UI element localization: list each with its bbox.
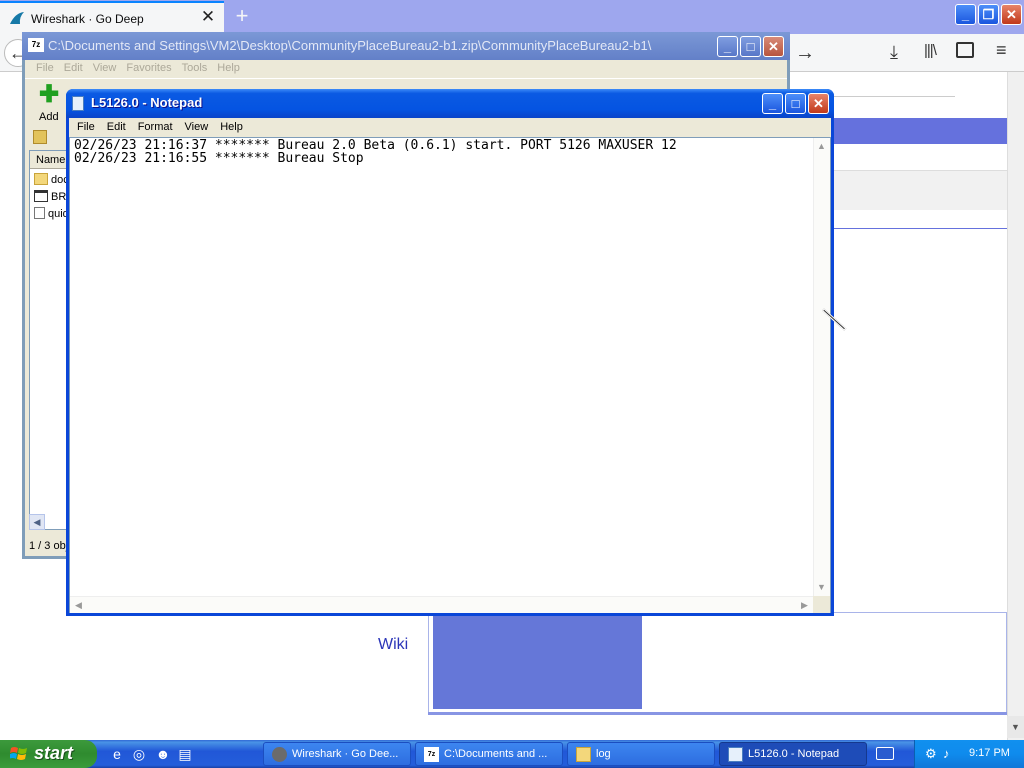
window-file-icon: [34, 190, 48, 202]
add-icon[interactable]: ✚: [39, 83, 59, 107]
scroll-down-button[interactable]: ▼: [813, 579, 830, 596]
media-icon[interactable]: ☻: [154, 745, 172, 763]
taskbar-button-wireshark[interactable]: Wireshark · Go Dee...: [263, 742, 411, 766]
scroll-up-button[interactable]: ▲: [813, 138, 830, 155]
system-tray: ⚙ ♪ 9:17 PM: [914, 740, 1024, 768]
close-button[interactable]: ✕: [763, 36, 784, 57]
scroll-down-button[interactable]: ▼: [1007, 716, 1024, 738]
page-panel-image: [433, 614, 642, 709]
minimize-button[interactable]: _: [717, 36, 738, 57]
ie-icon[interactable]: e: [108, 745, 126, 763]
menu-edit[interactable]: Edit: [101, 118, 132, 137]
notepad-icon: [728, 747, 743, 762]
browser-icon[interactable]: ◎: [130, 745, 148, 763]
menu-tools[interactable]: Tools: [177, 60, 213, 78]
notepad-menu-bar: File Edit Format View Help: [69, 118, 831, 137]
scroll-left-button[interactable]: ◀: [29, 514, 45, 530]
menu-edit[interactable]: Edit: [59, 60, 88, 78]
notepad-title: L5126.0 - Notepad: [91, 95, 203, 110]
menu-favorites[interactable]: Favorites: [121, 60, 176, 78]
menu-file[interactable]: File: [71, 118, 101, 137]
list-item[interactable]: quid: [34, 207, 69, 220]
notepad-text-area[interactable]: 02/26/23 21:16:37 ******* Bureau 2.0 Bet…: [69, 137, 831, 613]
scroll-right-button[interactable]: ▶: [796, 597, 813, 613]
scroll-left-button[interactable]: ◀: [70, 597, 87, 613]
page-divider: [832, 228, 1007, 229]
hamburger-menu-icon[interactable]: ≡: [996, 40, 1007, 61]
list-item[interactable]: doc: [34, 173, 69, 186]
notepad-app-icon: [72, 96, 84, 111]
firefox-tab-bar: Wireshark · Go Deep ✕ + _ ❐ ✕: [0, 0, 1024, 34]
page-header-band: [832, 118, 1007, 144]
7zip-menu-bar: File Edit View Favorites Tools Help: [25, 60, 787, 78]
notepad-quick-icon[interactable]: ▤: [176, 745, 194, 763]
page-panel-border: [428, 712, 1007, 715]
forward-button[interactable]: →: [792, 39, 818, 67]
clock[interactable]: 9:17 PM: [969, 747, 1010, 759]
maximize-button[interactable]: □: [740, 36, 761, 57]
resize-grip[interactable]: [813, 596, 830, 613]
sidebar-icon[interactable]: [956, 42, 974, 58]
vertical-scrollbar[interactable]: ▲ ▼: [813, 138, 830, 596]
menu-help[interactable]: Help: [214, 118, 249, 137]
page-scrollbar[interactable]: [1007, 72, 1024, 740]
notepad-window-controls: _ □ ✕: [762, 93, 829, 114]
minimize-button[interactable]: _: [762, 93, 783, 114]
minimize-button[interactable]: _: [955, 4, 976, 25]
7zip-window-controls: _ □ ✕: [717, 36, 784, 57]
folder-icon: [576, 747, 591, 762]
notepad-title-bar[interactable]: L5126.0 - Notepad _ □ ✕: [66, 89, 834, 118]
7zip-title-bar[interactable]: 7z C:\Documents and Settings\VM2\Desktop…: [22, 32, 790, 60]
page-strip: [832, 170, 1007, 210]
7zip-icon: 7z: [424, 747, 439, 762]
folder-up-icon[interactable]: [33, 130, 47, 144]
horizontal-scrollbar[interactable]: ◀ ▶: [70, 596, 813, 613]
close-button[interactable]: ✕: [1001, 4, 1022, 25]
tab-wireshark[interactable]: Wireshark · Go Deep ✕: [0, 1, 224, 34]
text-file-icon: [34, 207, 45, 219]
menu-view[interactable]: View: [88, 60, 122, 78]
tab-title: Wireshark · Go Deep: [31, 12, 144, 26]
notepad-content[interactable]: 02/26/23 21:16:37 ******* Bureau 2.0 Bet…: [74, 139, 677, 165]
wireshark-fin-icon: [10, 12, 24, 24]
maximize-button[interactable]: □: [785, 93, 806, 114]
taskbar-button-log[interactable]: log: [567, 742, 715, 766]
wiki-link[interactable]: Wiki: [378, 636, 408, 654]
restore-button[interactable]: ❐: [978, 4, 999, 25]
start-button[interactable]: start: [0, 740, 97, 768]
menu-file[interactable]: File: [31, 60, 59, 78]
7zip-title: C:\Documents and Settings\VM2\Desktop\Co…: [48, 38, 652, 53]
taskbar-button-7zip[interactable]: 7z C:\Documents and ...: [415, 742, 563, 766]
start-label: start: [34, 743, 74, 763]
menu-format[interactable]: Format: [132, 118, 179, 137]
keyboard-icon[interactable]: [876, 747, 894, 760]
library-icon[interactable]: |||\: [924, 42, 937, 59]
firefox-window-controls: _ ❐ ✕: [955, 4, 1022, 25]
7zip-app-icon: 7z: [28, 38, 44, 52]
close-button[interactable]: ✕: [808, 93, 829, 114]
download-icon[interactable]: ⤓: [890, 42, 898, 63]
windows-flag-icon: [10, 747, 27, 760]
menu-view[interactable]: View: [179, 118, 215, 137]
tray-volume-icon[interactable]: ♪: [943, 746, 959, 762]
firefox-icon: [272, 747, 287, 762]
folder-icon: [34, 173, 48, 185]
new-tab-button[interactable]: +: [232, 3, 252, 29]
tab-close-icon[interactable]: ✕: [200, 8, 216, 26]
menu-help[interactable]: Help: [212, 60, 245, 78]
tray-settings-icon[interactable]: ⚙: [925, 746, 941, 762]
add-button-label[interactable]: Add: [39, 111, 59, 123]
taskbar-button-notepad[interactable]: L5126.0 - Notepad: [719, 742, 867, 766]
notepad-window: L5126.0 - Notepad _ □ ✕ File Edit Format…: [66, 89, 834, 616]
taskbar: start e ◎ ☻ ▤ Wireshark · Go Dee... 7z C…: [0, 740, 1024, 768]
